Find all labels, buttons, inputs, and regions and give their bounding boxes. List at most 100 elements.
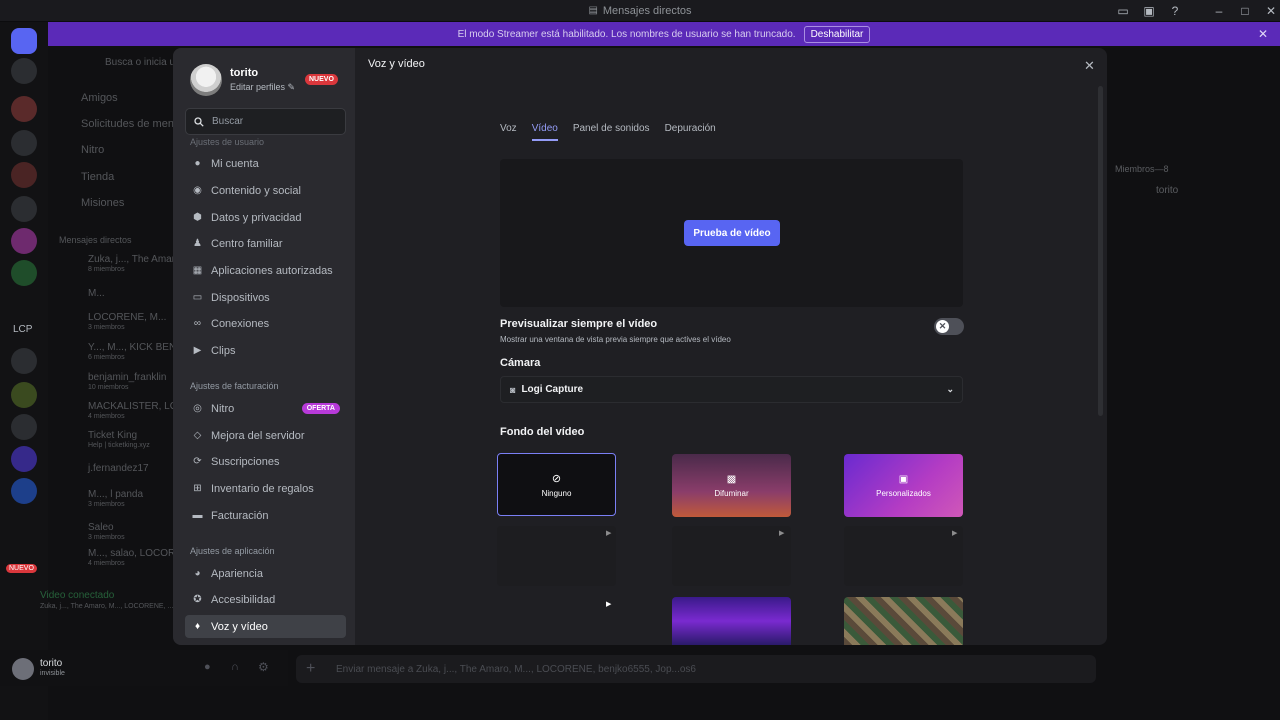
profile-header[interactable]: torito Editar perfiles ✎ NUEVO (190, 64, 350, 98)
message-input[interactable]: + Enviar mensaje a Zuka, j..., The Amaro… (296, 655, 1096, 683)
nav-label: Facturación (211, 509, 269, 522)
background-custom[interactable]: ▣ Personalizados (844, 454, 963, 517)
dm-item[interactable]: Zuka, j..., The Amar... (88, 254, 183, 265)
inbox-icon[interactable]: ▭ (1110, 4, 1136, 18)
nav-nitro[interactable]: ◎ Nitro OFERTA (185, 397, 346, 420)
camera-selected: Logi Capture (521, 384, 584, 395)
settings-search[interactable] (185, 108, 346, 135)
dm-item[interactable]: M..., salao, LOCOR (88, 548, 175, 559)
server-label[interactable]: LCP (13, 324, 32, 335)
avatar[interactable] (190, 64, 222, 96)
home-icon[interactable] (11, 28, 37, 54)
server-list: LCP NUEVO (0, 22, 48, 720)
background-preset[interactable] (672, 526, 791, 586)
dm-item[interactable]: M... (88, 288, 105, 299)
tab-soundboard[interactable]: Panel de sonidos (573, 123, 650, 141)
play-icon[interactable]: ▶ (606, 600, 611, 608)
background-preset-city[interactable] (672, 597, 791, 645)
background-preset[interactable] (844, 526, 963, 586)
dm-header: Mensajes directos (59, 235, 132, 245)
background-blur[interactable]: ▩ Difuminar (672, 454, 791, 517)
dm-item[interactable]: Y..., M..., KICK BEN (88, 342, 176, 353)
nav-devices[interactable]: ▭ Dispositivos (185, 286, 346, 309)
always-preview-toggle[interactable]: ✕ (934, 318, 964, 335)
nav-shop[interactable]: Tienda (81, 171, 114, 183)
server-icon[interactable] (11, 228, 37, 254)
background-preset[interactable] (497, 526, 616, 586)
nav-connections[interactable]: ∞ Conexiones (185, 312, 346, 335)
chevron-down-icon: ⌄ (946, 384, 954, 394)
search-input[interactable] (212, 116, 332, 127)
dm-item[interactable]: Ticket King (88, 430, 137, 441)
server-icon[interactable] (11, 348, 37, 374)
nav-clips[interactable]: ▶ Clips (185, 339, 346, 362)
nav-appearance[interactable]: ◕ Apariencia (185, 562, 346, 585)
maximize-button[interactable]: □ (1232, 4, 1258, 18)
microphone-icon[interactable]: ● (204, 661, 211, 673)
nav-friends[interactable]: Amigos (81, 92, 118, 104)
nav-quests[interactable]: Misiones (81, 197, 124, 209)
close-window-button[interactable]: ✕ (1258, 4, 1280, 18)
nav-content-social[interactable]: ◉ Contenido y social (185, 179, 346, 202)
toggle-off-icon: ✕ (936, 320, 949, 333)
nav-accessibility[interactable]: ✪ Accesibilidad (185, 588, 346, 611)
nav-nitro[interactable]: Nitro (81, 144, 104, 156)
server-icon[interactable] (11, 162, 37, 188)
server-icon[interactable] (11, 260, 37, 286)
camera-select[interactable]: ◙ Logi Capture ⌄ (500, 376, 963, 403)
avatar[interactable] (12, 658, 34, 680)
nav-subscriptions[interactable]: ⟳ Suscripciones (185, 450, 346, 473)
nav-server-boost[interactable]: ◇ Mejora del servidor (185, 424, 346, 447)
tab-voice[interactable]: Voz (500, 123, 517, 141)
nav-label: Inventario de regalos (211, 482, 314, 495)
nav-gift-inventory[interactable]: ⊞ Inventario de regalos (185, 477, 346, 500)
nav-my-account[interactable]: ● Mi cuenta (185, 152, 346, 175)
server-icon[interactable] (11, 96, 37, 122)
nav-authorized-apps[interactable]: ▦ Aplicaciones autorizadas (185, 259, 346, 282)
user-panel: torito invisible ● ∩ ⚙ (0, 650, 288, 686)
streamer-mode-banner: El modo Streamer está habilitado. Los no… (48, 22, 1280, 46)
nav-voice-video[interactable]: ♦ Voz y vídeo (185, 615, 346, 638)
minimize-button[interactable]: – (1206, 4, 1232, 18)
disable-streamer-button[interactable]: Deshabilitar (803, 25, 871, 43)
content-icon: ◉ (193, 185, 202, 196)
nav-family-center[interactable]: ♟ Centro familiar (185, 232, 346, 255)
member-item[interactable]: torito (1156, 185, 1178, 196)
nav-billing[interactable]: ▬ Facturación (185, 504, 346, 527)
server-icon[interactable] (11, 414, 37, 440)
server-icon[interactable] (11, 196, 37, 222)
tab-video[interactable]: Vídeo (531, 123, 558, 141)
nav-label: Dispositivos (211, 291, 270, 304)
subscriptions-icon: ⟳ (193, 456, 202, 467)
background-none[interactable]: ⊘ Ninguno (497, 453, 616, 516)
dm-item-sub: 8 miembros (88, 266, 125, 273)
server-icon[interactable] (11, 130, 37, 156)
nav-message-requests[interactable]: Solicitudes de mensa (81, 118, 186, 130)
devices-icon: ▭ (192, 292, 203, 303)
help-icon[interactable]: ? (1162, 4, 1188, 18)
section-user-settings: Ajustes de usuario (190, 137, 265, 147)
add-attachment-icon[interactable]: + (306, 660, 315, 678)
scrollbar[interactable] (1098, 86, 1103, 416)
edit-profiles-link[interactable]: Editar perfiles ✎ (230, 82, 295, 93)
tab-debug[interactable]: Depuración (665, 123, 716, 141)
dm-item[interactable]: MACKALISTER, LO (88, 401, 177, 412)
server-icon[interactable] (11, 382, 37, 408)
headphones-icon[interactable]: ∩ (231, 661, 239, 673)
dm-item[interactable]: LOCORENE, M... (88, 312, 166, 323)
dm-item[interactable]: M..., l panda (88, 489, 143, 500)
gear-icon[interactable]: ⚙ (258, 660, 269, 674)
server-icon[interactable] (11, 58, 37, 84)
screen-icon[interactable]: ▣ (1136, 4, 1162, 18)
background-preset-room[interactable] (844, 597, 963, 645)
server-icon[interactable] (11, 446, 37, 472)
family-icon: ♟ (193, 238, 202, 249)
nav-data-privacy[interactable]: ⬢ Datos y privacidad (185, 206, 346, 229)
dm-item[interactable]: benjamin_franklin (88, 372, 166, 383)
test-video-button[interactable]: Prueba de vídeo (684, 220, 780, 246)
dm-item[interactable]: j.fernandez17 (88, 463, 149, 474)
dm-item[interactable]: Saleo (88, 522, 114, 533)
close-banner-icon[interactable]: ✕ (1258, 27, 1268, 41)
server-icon[interactable] (11, 478, 37, 504)
close-icon[interactable]: ✕ (1084, 58, 1095, 74)
